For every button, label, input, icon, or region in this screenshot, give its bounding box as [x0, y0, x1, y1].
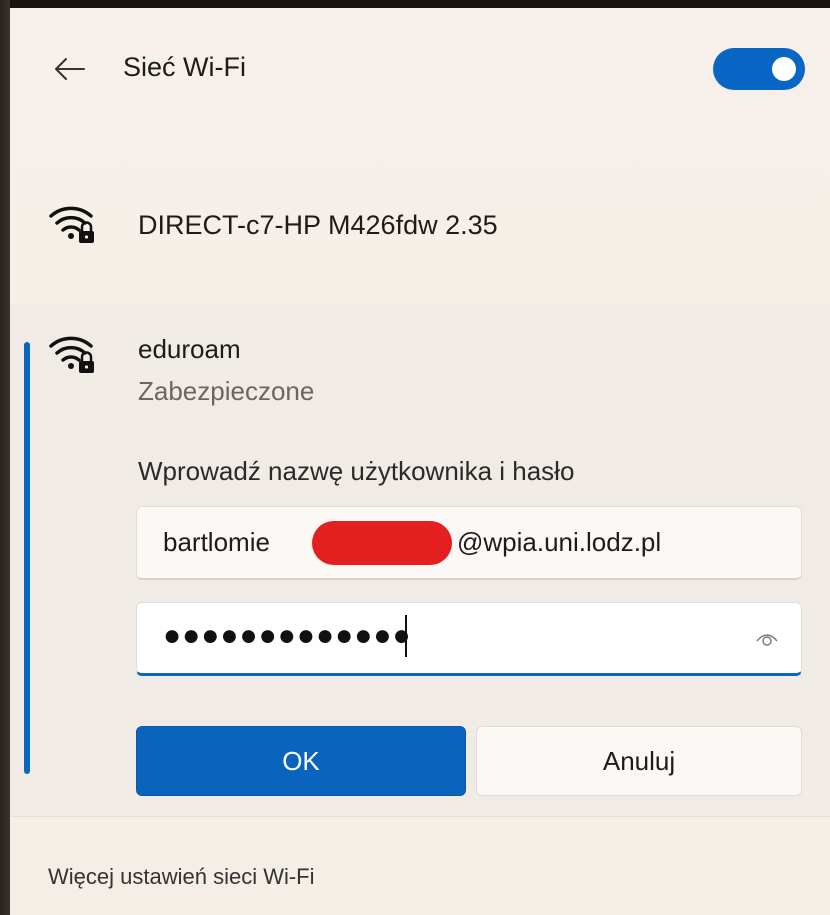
wifi-panel: Sieć Wi-Fi DIRECT-c7-HP M426fdw 2.35 edu… [10, 8, 830, 915]
toggle-knob [772, 57, 796, 81]
text-caret [405, 615, 407, 657]
back-arrow-icon[interactable] [52, 55, 86, 83]
credentials-prompt: Wprowadź nazwę użytkownika i hasło [138, 456, 575, 486]
wifi-toggle[interactable] [713, 48, 805, 90]
password-mask: ●●●●●●●●●●●●● [163, 619, 412, 652]
eye-icon[interactable] [755, 629, 779, 649]
username-value-end: @wpia.uni.lodz.pl [457, 527, 662, 557]
more-wifi-settings-link[interactable]: Więcej ustawień sieci Wi-Fi [48, 864, 315, 890]
selection-accent-bar [24, 342, 30, 774]
username-value-start: bartlomie [163, 527, 270, 557]
username-input[interactable]: bartlomie @wpia.uni.lodz.pl [136, 506, 802, 580]
wifi-lock-icon [48, 332, 96, 374]
wifi-lock-icon [48, 202, 96, 244]
cancel-button[interactable]: Anuluj [476, 726, 802, 796]
network-ssid: eduroam [138, 334, 241, 364]
password-input[interactable]: ●●●●●●●●●●●●● [136, 602, 802, 676]
redaction-mark [312, 521, 452, 565]
footer-divider [10, 816, 830, 817]
background-edge [0, 0, 10, 915]
page-title: Sieć Wi-Fi [123, 52, 246, 82]
network-status: Zabezpieczone [138, 376, 315, 406]
network-ssid: DIRECT-c7-HP M426fdw 2.35 [138, 210, 498, 240]
ok-button[interactable]: OK [136, 726, 466, 796]
network-item-eduroam: eduroam Zabezpieczone Wprowadź nazwę uży… [10, 304, 830, 816]
network-item-direct-hp[interactable]: DIRECT-c7-HP M426fdw 2.35 [10, 180, 830, 280]
